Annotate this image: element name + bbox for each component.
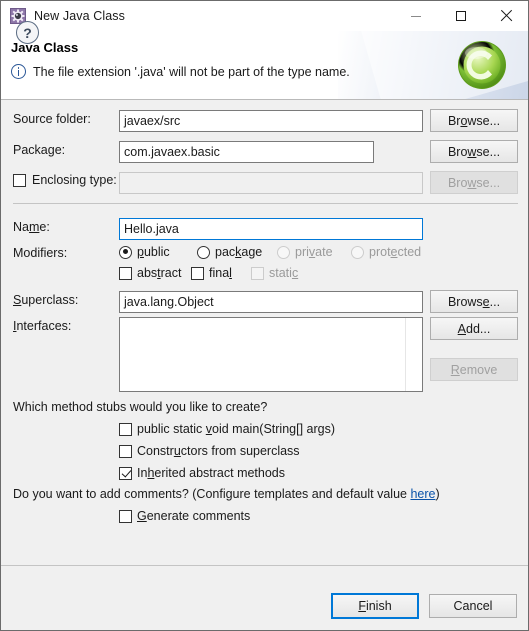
- package-browse-label: Browse...: [447, 144, 501, 159]
- stub-main-method-checkbox[interactable]: public static void main(String[] args): [119, 422, 335, 436]
- enclosing-type-label: Enclosing type:: [32, 173, 117, 187]
- generate-comments-label: Generate comments: [137, 509, 251, 523]
- package-row: Package:: [13, 143, 65, 157]
- main-method-checkbox-indicator: [119, 422, 132, 436]
- interfaces-add-label: Add...: [457, 321, 491, 336]
- interfaces-remove-button: Remove: [430, 358, 518, 381]
- minimize-button[interactable]: [393, 1, 438, 31]
- source-folder-browse-button[interactable]: Browse...: [430, 109, 518, 132]
- stub-inherited-abstract-checkbox[interactable]: Inherited abstract methods: [119, 466, 285, 480]
- modifier-protected-label: protected: [369, 245, 422, 259]
- modifier-package-label: package: [215, 245, 263, 259]
- method-stubs-question: Which method stubs would you like to cre…: [13, 400, 268, 414]
- source-folder-label: Source folder:: [13, 112, 91, 126]
- modifier-static-label: static: [269, 266, 299, 280]
- name-label: Name:: [13, 220, 50, 234]
- eclipse-class-logo: [456, 39, 508, 91]
- title-bar: New Java Class: [1, 1, 528, 31]
- form-area: Source folder: javaex/src Browse... Pack…: [1, 101, 528, 565]
- modifier-package-radio[interactable]: package: [197, 245, 262, 259]
- interfaces-add-button[interactable]: Add...: [430, 317, 518, 340]
- modifier-private-label: private: [295, 245, 333, 259]
- window-controls: [393, 1, 528, 31]
- modifiers-label: Modifiers:: [13, 246, 68, 260]
- comments-question-prefix: Do you want to add comments? (Configure …: [13, 487, 411, 501]
- generate-comments-checkbox[interactable]: Generate comments: [119, 509, 250, 523]
- interfaces-list-scroll-divider: [405, 318, 406, 391]
- generate-comments-checkbox-indicator: [119, 509, 132, 523]
- inherited-abstract-checkbox-indicator: [119, 466, 132, 480]
- interfaces-remove-label: Remove: [450, 362, 498, 377]
- superclass-label: Superclass:: [13, 293, 79, 307]
- interfaces-label: Interfaces:: [13, 319, 72, 333]
- package-browse-button[interactable]: Browse...: [430, 140, 518, 163]
- abstract-checkbox-indicator: [119, 266, 132, 280]
- new-java-class-dialog: New Java Class Java Class The file exten…: [0, 0, 529, 631]
- cancel-button[interactable]: Cancel: [429, 594, 517, 618]
- stub-inherited-abstract-label: Inherited abstract methods: [137, 466, 286, 480]
- stub-constructors-checkbox[interactable]: Constructors from superclass: [119, 444, 300, 458]
- package-input[interactable]: com.javaex.basic: [119, 141, 374, 163]
- close-button[interactable]: [483, 1, 528, 31]
- stub-main-method-label: public static void main(String[] args): [137, 422, 335, 436]
- modifier-final-label: final: [209, 266, 232, 280]
- modifiers-row: Modifiers:: [13, 246, 67, 260]
- modifier-static-checkbox: static: [251, 266, 298, 280]
- help-icon[interactable]: ?: [16, 21, 39, 44]
- comments-question-suffix: ): [435, 487, 440, 501]
- name-row: Name:: [13, 220, 50, 234]
- status-message-text: The file extension '.java' will not be p…: [33, 64, 350, 79]
- name-input[interactable]: Hello.java: [119, 218, 423, 240]
- close-icon: [500, 10, 512, 22]
- source-folder-input[interactable]: javaex/src: [119, 110, 423, 132]
- finish-button-label: Finish: [358, 599, 392, 613]
- minimize-icon: [410, 15, 421, 17]
- finish-button[interactable]: Finish: [331, 593, 419, 619]
- superclass-row: Superclass:: [13, 293, 78, 307]
- interfaces-row: Interfaces:: [13, 319, 71, 333]
- package-radio-indicator: [197, 245, 210, 259]
- superclass-browse-button[interactable]: Browse...: [430, 290, 518, 313]
- interfaces-list[interactable]: [119, 317, 423, 392]
- public-radio-indicator: [119, 245, 132, 259]
- enclosing-type-checkbox[interactable]: [13, 173, 26, 187]
- source-folder-row: Source folder:: [13, 112, 91, 126]
- modifier-protected-radio: protected: [351, 245, 421, 259]
- constructors-checkbox-indicator: [119, 444, 132, 458]
- status-message: The file extension '.java' will not be p…: [11, 64, 350, 79]
- modifier-abstract-checkbox[interactable]: abstract: [119, 266, 181, 280]
- modifier-public-label: public: [137, 245, 170, 259]
- superclass-input[interactable]: java.lang.Object: [119, 291, 423, 313]
- window-title: New Java Class: [34, 9, 126, 23]
- stub-constructors-label: Constructors from superclass: [137, 444, 300, 458]
- banner-divider: [1, 99, 528, 100]
- static-checkbox-indicator: [251, 266, 264, 280]
- modifier-public-radio[interactable]: public: [119, 245, 170, 259]
- protected-radio-indicator: [351, 245, 364, 259]
- wizard-banner: Java Class The file extension '.java' wi…: [1, 31, 528, 100]
- maximize-button[interactable]: [438, 1, 483, 31]
- modifier-private-radio: private: [277, 245, 333, 259]
- configure-templates-link[interactable]: here: [410, 487, 435, 501]
- final-checkbox-indicator: [191, 266, 204, 280]
- enclosing-type-browse-label: Browse...: [447, 175, 501, 190]
- comments-question-row: Do you want to add comments? (Configure …: [13, 487, 440, 501]
- enclosing-type-input: [119, 172, 423, 194]
- modifier-abstract-label: abstract: [137, 266, 182, 280]
- method-stubs-question-row: Which method stubs would you like to cre…: [13, 400, 267, 414]
- package-label: Package:: [13, 143, 66, 157]
- section-divider-1: [13, 203, 518, 204]
- superclass-browse-label: Browse...: [447, 294, 501, 309]
- private-radio-indicator: [277, 245, 290, 259]
- maximize-icon: [455, 11, 466, 21]
- modifier-final-checkbox[interactable]: final: [191, 266, 232, 280]
- source-folder-browse-label: Browse...: [447, 113, 501, 128]
- enclosing-type-browse-button: Browse...: [430, 171, 518, 194]
- enclosing-type-row[interactable]: Enclosing type:: [13, 173, 117, 187]
- info-icon: [11, 64, 26, 79]
